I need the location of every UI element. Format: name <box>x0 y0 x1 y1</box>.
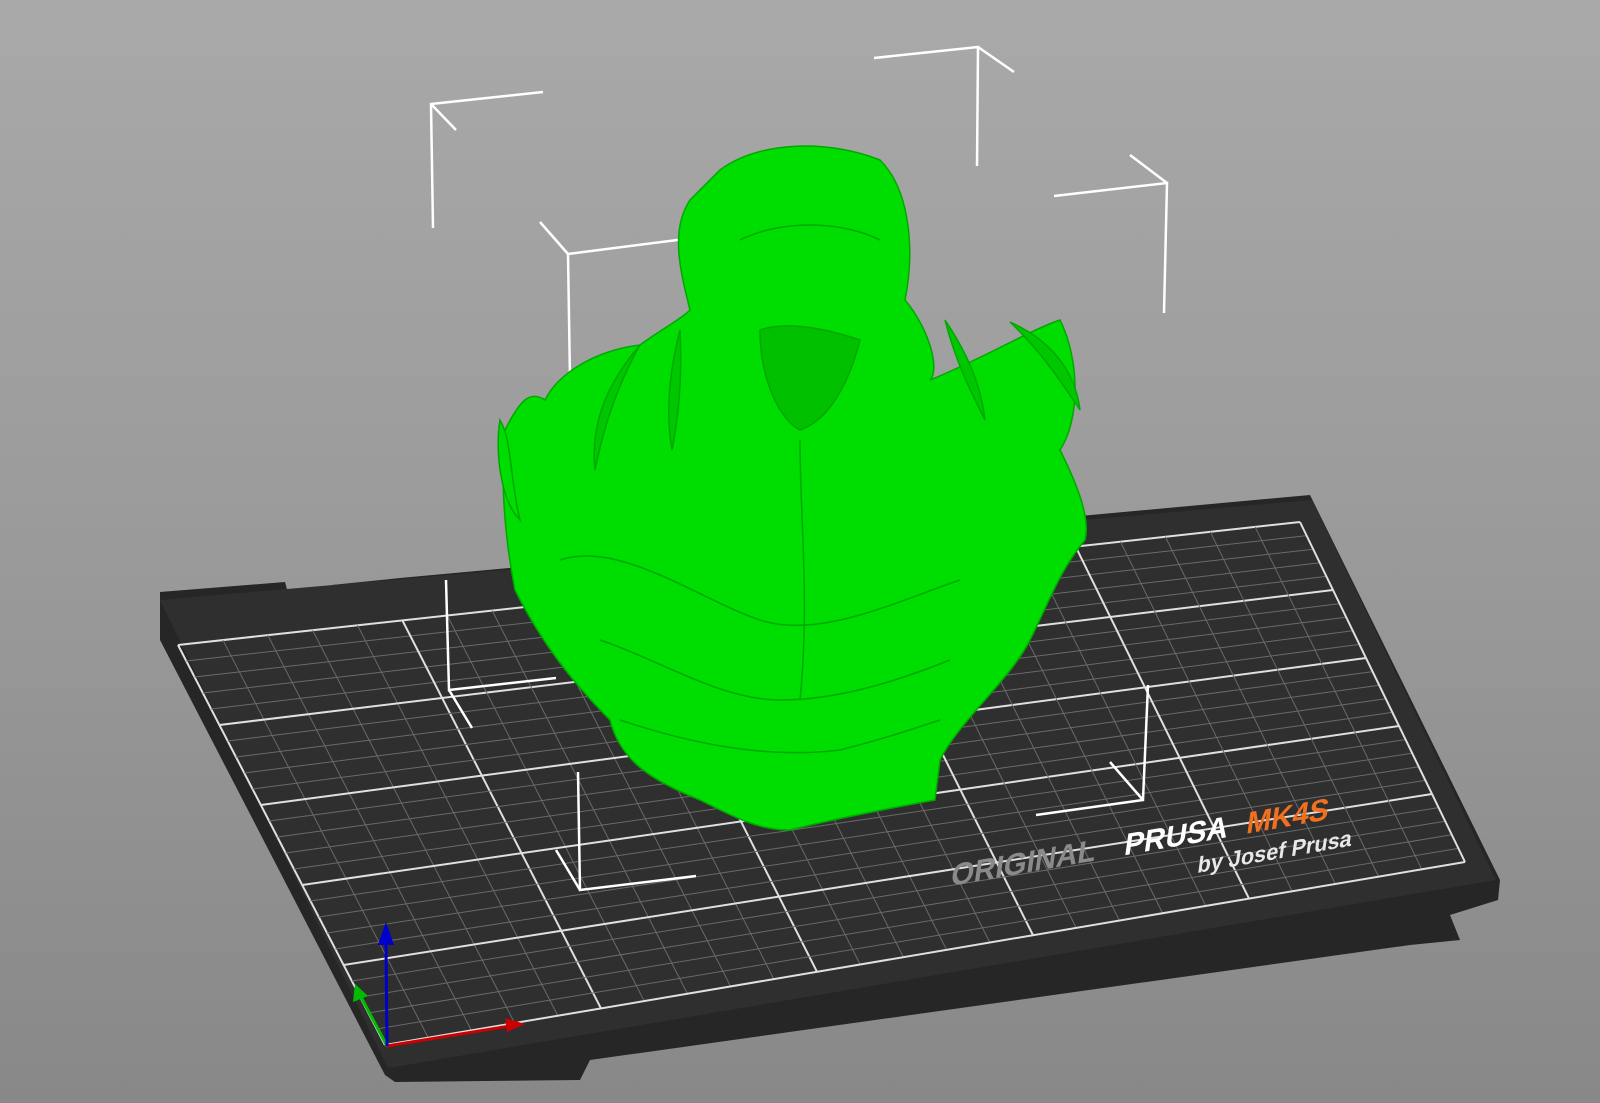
z-axis <box>384 944 389 1047</box>
3d-viewport[interactable]: ORIGINAL PRUSA MK4S by Josef Prusa <box>0 0 1600 1103</box>
